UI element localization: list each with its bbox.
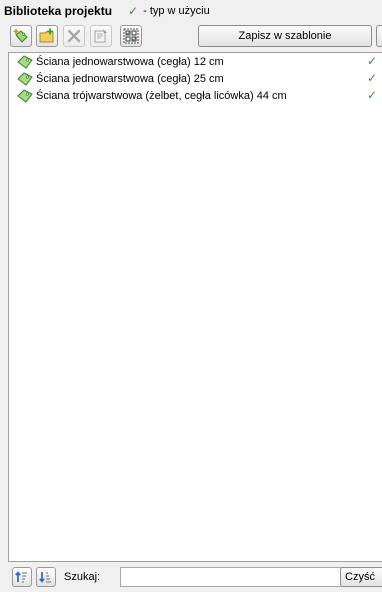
save-to-template-button[interactable]: Zapisz w szablonie	[198, 25, 372, 47]
select-all-button[interactable]	[120, 25, 142, 47]
in-use-check-icon: ✓	[367, 88, 378, 102]
toolbar: Zapisz w szablonie	[10, 24, 382, 48]
wall-type-icon	[17, 88, 33, 103]
list-item-label: Ściana jednowarstwowa (cegła) 25 cm	[36, 72, 224, 85]
legend-text: - typ w użyciu	[143, 5, 210, 17]
sort-descending-icon	[39, 572, 51, 583]
add-wall-type-icon	[13, 29, 28, 43]
wall-type-icon	[17, 54, 33, 69]
in-use-check-icon: ✓	[367, 54, 378, 68]
clear-button[interactable]: Czyść	[340, 567, 382, 587]
list-item[interactable]: Ściana trójwarstwowa (żelbet, cegła licó…	[9, 87, 382, 104]
add-folder-button[interactable]	[36, 25, 58, 47]
add-folder-icon	[39, 28, 54, 43]
check-legend-icon: ✓	[128, 4, 139, 18]
properties-icon	[94, 29, 107, 43]
properties-button[interactable]	[90, 25, 112, 47]
wall-type-icon	[17, 71, 33, 86]
search-input[interactable]	[120, 567, 348, 587]
delete-icon	[67, 29, 81, 43]
library-header: Biblioteka projektu ✓ - typ w użyciu	[4, 2, 210, 20]
list-item-label: Ściana trójwarstwowa (żelbet, cegła licó…	[36, 89, 287, 102]
search-bar: Szukaj: Czyść	[12, 565, 382, 589]
add-wall-type-button[interactable]	[10, 25, 32, 47]
search-label: Szukaj:	[64, 571, 101, 583]
save-dropdown-button[interactable]	[376, 25, 382, 47]
sort-ascending-icon	[15, 571, 27, 583]
select-all-icon	[123, 28, 139, 44]
delete-button[interactable]	[63, 25, 85, 47]
sort-descending-button[interactable]	[36, 567, 56, 587]
library-list[interactable]: Ściana jednowarstwowa (cegła) 12 cm ✓ Śc…	[8, 52, 382, 562]
list-item-label: Ściana jednowarstwowa (cegła) 12 cm	[36, 55, 224, 68]
in-use-check-icon: ✓	[367, 71, 378, 85]
panel-title: Biblioteka projektu	[4, 4, 113, 18]
sort-ascending-button[interactable]	[12, 567, 32, 587]
list-item[interactable]: Ściana jednowarstwowa (cegła) 12 cm ✓	[9, 53, 382, 70]
list-item[interactable]: Ściana jednowarstwowa (cegła) 25 cm ✓	[9, 70, 382, 87]
